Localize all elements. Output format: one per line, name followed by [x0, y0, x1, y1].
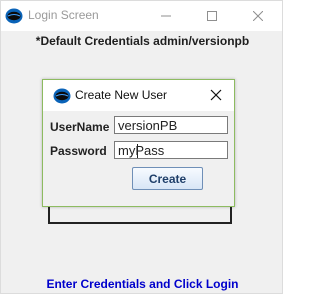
dialog-titlebar[interactable]: Create New User — [43, 80, 234, 111]
maximize-icon — [207, 10, 217, 21]
password-label: Password — [50, 144, 107, 158]
password-field[interactable]: myPass — [114, 141, 228, 159]
username-field[interactable]: versionPB — [114, 116, 228, 134]
maximize-button[interactable] — [189, 1, 235, 30]
login-form-frame — [48, 207, 232, 224]
footer-instruction: Enter Credentials and Click Login — [46, 277, 239, 291]
app-logo-icon — [53, 88, 71, 104]
close-icon[interactable] — [209, 88, 223, 102]
close-button[interactable] — [235, 1, 281, 30]
username-value: versionPB — [118, 118, 178, 133]
default-credentials-hint: *Default Credentials admin/versionpb — [35, 34, 250, 48]
window-titlebar[interactable]: Login Screen — [1, 1, 282, 31]
app-logo-icon — [5, 8, 23, 24]
create-user-dialog: Create New User UserName versionPB Passw… — [42, 79, 235, 207]
dialog-title: Create New User — [75, 88, 168, 102]
window-title: Login Screen — [28, 8, 99, 22]
minimize-icon — [161, 15, 171, 16]
text-cursor — [137, 144, 138, 158]
password-value: myPass — [118, 143, 165, 158]
minimize-button[interactable] — [143, 1, 189, 30]
username-label: UserName — [50, 120, 110, 134]
create-button[interactable]: Create — [132, 167, 203, 190]
close-icon — [253, 10, 263, 21]
